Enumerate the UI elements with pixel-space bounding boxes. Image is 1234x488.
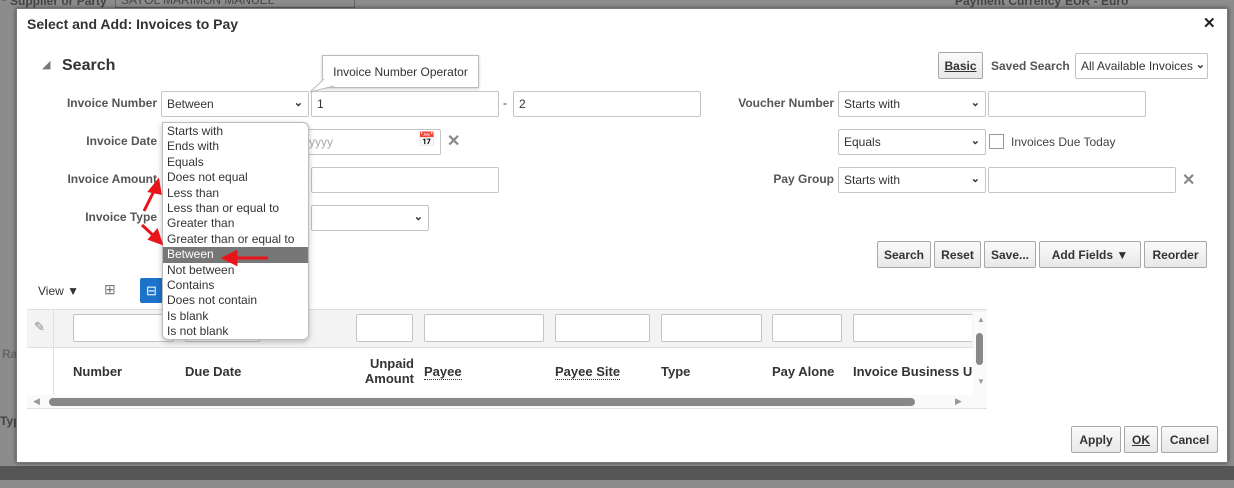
range-separator: - xyxy=(503,96,507,110)
invoice-number-label: Invoice Number xyxy=(66,96,157,110)
invoice-amount-input[interactable] xyxy=(311,167,499,193)
close-icon[interactable]: ✕ xyxy=(1203,14,1216,32)
operator-option[interactable]: Ends with xyxy=(163,139,308,154)
invoice-number-to-input[interactable]: 2 xyxy=(513,91,701,117)
basic-button[interactable]: Basic xyxy=(938,52,983,79)
filter-number-input[interactable] xyxy=(73,314,174,342)
voucher-number-operator-select[interactable]: Starts with ⌄ xyxy=(838,91,986,117)
voucher-number-label: Voucher Number xyxy=(738,96,834,110)
column-header-payee[interactable]: Payee xyxy=(424,364,462,380)
operator-option[interactable]: Does not contain xyxy=(163,293,308,308)
saved-search-label: Saved Search xyxy=(991,59,1070,73)
saved-search-select[interactable]: All Available Invoices ⌄ xyxy=(1075,53,1208,79)
supplier-label: * Supplier or Party xyxy=(2,0,107,8)
search-button[interactable]: Search xyxy=(877,241,931,268)
search-section-header: Search xyxy=(62,57,116,74)
query-by-example-filter-icon[interactable]: ⊟ xyxy=(140,278,163,303)
filter-business-unit-input[interactable] xyxy=(853,314,972,342)
filter-payee-input[interactable] xyxy=(424,314,544,342)
vertical-scrollbar[interactable]: ▲ ▼ xyxy=(973,312,987,396)
vertical-scroll-thumb[interactable] xyxy=(976,333,983,365)
column-header-type[interactable]: Type xyxy=(661,364,690,379)
invoices-due-today-label: Invoices Due Today xyxy=(1011,135,1116,149)
reset-button[interactable]: Reset xyxy=(934,241,981,268)
remove-field-icon[interactable]: ✕ xyxy=(447,131,460,151)
invoices-due-today-checkbox[interactable] xyxy=(989,134,1004,149)
filter-payee-site-input[interactable] xyxy=(555,314,650,342)
operator-option[interactable]: Contains xyxy=(163,278,308,293)
pay-group-input[interactable] xyxy=(988,167,1176,193)
currency-value: EUR - Euro xyxy=(1065,0,1129,8)
operator-option[interactable]: Is blank xyxy=(163,309,308,324)
amount-line: Amount xyxy=(364,371,414,386)
horizontal-scroll-thumb[interactable] xyxy=(49,398,915,406)
due-today-operator-select[interactable]: Equals ⌄ xyxy=(838,129,986,155)
pay-group-label: Pay Group xyxy=(773,172,834,186)
pencil-icon: ✎ xyxy=(34,319,45,334)
filter-type-input[interactable] xyxy=(661,314,762,342)
invoice-date-label: Invoice Date xyxy=(86,134,157,148)
invoice-number-from-input[interactable]: 1 xyxy=(311,91,499,117)
column-header-unpaid-amount[interactable]: Unpaid Amount xyxy=(356,356,414,386)
supplier-field[interactable]: SAYOL MARIMON MANUEL xyxy=(115,0,355,8)
background-bar xyxy=(0,466,1234,480)
add-fields-button[interactable]: Add Fields ▼ xyxy=(1039,241,1141,268)
view-menu[interactable]: View ▼ xyxy=(38,284,79,298)
chevron-down-icon: ⌄ xyxy=(970,135,980,147)
horizontal-scrollbar[interactable]: ◀ ▶ xyxy=(27,395,987,409)
pay-group-operator-select[interactable]: Starts with ⌄ xyxy=(838,167,986,193)
red-annotation-arrows xyxy=(140,177,268,267)
apply-button[interactable]: Apply xyxy=(1071,426,1121,453)
calendar-icon[interactable]: 📅 xyxy=(418,131,435,148)
invoice-number-operator-select[interactable]: Between ⌄ xyxy=(161,91,309,117)
remove-field-icon[interactable]: ✕ xyxy=(1182,170,1195,190)
column-header-pay-alone[interactable]: Pay Alone xyxy=(772,364,834,379)
freeze-columns-icon[interactable]: ⊞ xyxy=(104,281,116,298)
chevron-down-icon: ⌄ xyxy=(970,173,980,185)
column-header-payee-site[interactable]: Payee Site xyxy=(555,364,621,380)
operator-option[interactable]: Is not blank xyxy=(163,324,308,339)
cancel-button[interactable]: Cancel xyxy=(1161,426,1218,453)
chevron-down-icon: ⌄ xyxy=(970,97,980,109)
column-divider xyxy=(53,309,54,395)
operator-option[interactable]: Starts with xyxy=(163,124,308,139)
unpaid-line: Unpaid xyxy=(369,356,414,371)
currency-label: Payment Currency xyxy=(955,0,1062,8)
invoice-number-operator-tooltip: Invoice Number Operator xyxy=(322,55,479,88)
operator-option[interactable]: Equals xyxy=(163,155,308,170)
chevron-down-icon: ⌄ xyxy=(293,97,303,109)
column-header-due-date[interactable]: Due Date xyxy=(185,364,241,379)
chevron-down-icon: ⌄ xyxy=(1195,59,1205,71)
dialog-title: Select and Add: Invoices to Pay xyxy=(27,16,239,32)
filter-pay-alone-input[interactable] xyxy=(772,314,842,342)
tooltip-pointer xyxy=(309,78,335,93)
column-header-invoice-business-unit[interactable]: Invoice Business U xyxy=(853,364,973,379)
save-button[interactable]: Save... xyxy=(984,241,1036,268)
voucher-number-input[interactable] xyxy=(988,91,1146,117)
ok-button[interactable]: OK xyxy=(1124,426,1158,453)
invoice-type-select[interactable]: ⌄ xyxy=(311,205,429,231)
reorder-button[interactable]: Reorder xyxy=(1144,241,1207,268)
column-header-number[interactable]: Number xyxy=(73,364,122,379)
chevron-down-icon: ⌄ xyxy=(413,211,423,223)
filter-unpaid-amount-input[interactable] xyxy=(356,314,413,342)
collapse-triangle-icon[interactable]: ◢ xyxy=(42,58,50,71)
